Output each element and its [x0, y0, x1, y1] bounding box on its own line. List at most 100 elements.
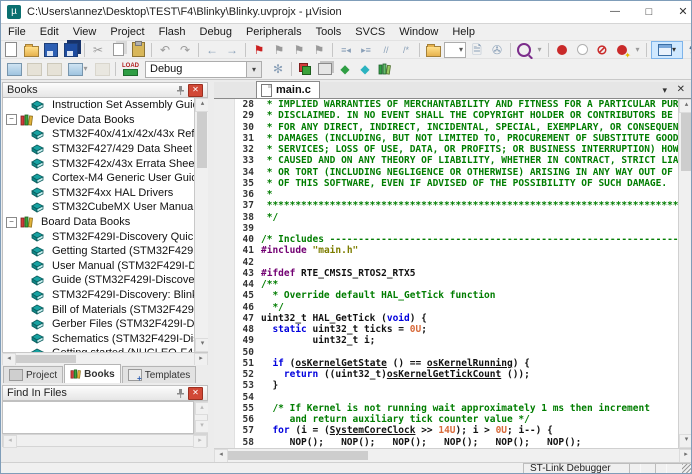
find-button[interactable]: ✇: [488, 42, 506, 58]
code-line[interactable]: 43#ifdef RTE_CMSIS_RTOS2_RTX5: [214, 268, 678, 279]
scrollbar-thumb[interactable]: [16, 355, 76, 363]
rebuild-button[interactable]: [45, 61, 63, 77]
code-line[interactable]: 31 * DAMAGES (INCLUDING, BUT NOT LIMITED…: [214, 133, 678, 144]
windows-layout-button[interactable]: ▾: [651, 41, 683, 59]
menu-file[interactable]: File: [1, 26, 33, 38]
scroll-left-icon[interactable]: ◂: [214, 449, 228, 463]
menu-window[interactable]: Window: [392, 26, 445, 38]
tab-project[interactable]: Project: [3, 366, 63, 383]
code-line[interactable]: 40/* Includes --------------------------…: [214, 234, 678, 245]
file-extensions-button[interactable]: [316, 61, 334, 77]
toggle-breakpoint-button[interactable]: [553, 42, 571, 58]
list-item[interactable]: Guide (STM32F429I-Discovery): [3, 273, 194, 288]
undo-button[interactable]: ↶: [156, 42, 174, 58]
target-selector-dropdown[interactable]: ▾: [247, 61, 262, 78]
code-line[interactable]: 58 NOP(); NOP(); NOP(); NOP(); NOP(); NO…: [214, 437, 678, 448]
copy-button[interactable]: [109, 42, 127, 58]
close-tab-icon[interactable]: ✕: [677, 84, 685, 95]
code-line[interactable]: 50: [214, 347, 678, 358]
menu-peripherals[interactable]: Peripherals: [239, 26, 309, 38]
close-icon[interactable]: ✕: [188, 84, 203, 97]
cut-button[interactable]: ✂: [89, 42, 107, 58]
editor-horizontal-scrollbar[interactable]: ◂ ▸: [214, 448, 692, 462]
code-line[interactable]: 41#include "main.h": [214, 245, 678, 256]
maximize-button[interactable]: □: [633, 1, 665, 23]
find-results-horizontal-scrollbar[interactable]: ◂ ▸: [2, 434, 208, 447]
code-line[interactable]: 56 and return auxiliary tick counter val…: [214, 414, 678, 425]
code-line[interactable]: 46 */: [214, 302, 678, 313]
indent-button[interactable]: ▸≡: [357, 42, 375, 58]
list-item[interactable]: STM32F42x/43x Errata Sheet: [3, 156, 194, 171]
list-item[interactable]: Gerber Files (STM32F429I-Discover: [3, 317, 194, 332]
open-button[interactable]: [22, 42, 40, 58]
navigate-forward-button[interactable]: →: [223, 42, 241, 58]
options-for-target-button[interactable]: ✻: [269, 61, 287, 77]
select-packs-button[interactable]: ◆: [356, 61, 374, 77]
uncomment-button[interactable]: /*: [397, 42, 415, 58]
scroll-down-icon[interactable]: ▾: [679, 434, 692, 448]
list-item[interactable]: STM32CubeMX User Manual: [3, 200, 194, 215]
code-line[interactable]: 38 */: [214, 212, 678, 223]
configuration-button[interactable]: ⚒: [685, 42, 692, 58]
list-item[interactable]: Cortex-M4 Generic User Guide: [3, 171, 194, 186]
code-line[interactable]: 36 *: [214, 189, 678, 200]
paste-button[interactable]: [129, 42, 147, 58]
next-bookmark-button[interactable]: ⚑: [290, 42, 308, 58]
code-line[interactable]: 28 * IMPLIED WARRANTIES OF MERCHANTABILI…: [214, 99, 678, 110]
list-item[interactable]: STM32F4xx HAL Drivers: [3, 186, 194, 201]
translate-button[interactable]: [5, 61, 23, 77]
code-line[interactable]: 49 uint32_t i;: [214, 335, 678, 346]
download-button[interactable]: LOAD: [120, 61, 140, 77]
comment-button[interactable]: //: [377, 42, 395, 58]
scroll-right-icon[interactable]: ▸: [679, 449, 692, 463]
menu-flash[interactable]: Flash: [152, 26, 193, 38]
list-item[interactable]: STM32F427/429 Data Sheet: [3, 142, 194, 157]
list-item[interactable]: STM32F429I-Discovery Quick Start: [3, 229, 194, 244]
list-item[interactable]: Getting Started (STM32F429I-Disco: [3, 244, 194, 259]
code-line[interactable]: 33 * CAUSED AND ON ANY THEORY OF LIABILI…: [214, 155, 678, 166]
list-item[interactable]: −Device Data Books: [3, 113, 194, 128]
code-line[interactable]: 44/**: [214, 279, 678, 290]
code-line[interactable]: 29 * DISCLAIMED. IN NO EVENT SHALL THE C…: [214, 110, 678, 121]
redo-button[interactable]: ↷: [176, 42, 194, 58]
code-line[interactable]: 52 return ((uint32_t)osKernelGetTickCoun…: [214, 369, 678, 380]
runtime-environment-button[interactable]: ◆: [336, 61, 354, 77]
scroll-right-icon[interactable]: ▸: [193, 435, 207, 448]
pin-icon[interactable]: [175, 85, 186, 96]
code-line[interactable]: 39: [214, 223, 678, 234]
minimize-button[interactable]: —: [599, 1, 631, 23]
editor-vertical-scrollbar[interactable]: ▴ ▾: [678, 99, 692, 448]
tab-books[interactable]: Books: [64, 364, 121, 383]
incremental-find-dropdown[interactable]: ▾: [535, 42, 544, 58]
code-line[interactable]: 42: [214, 257, 678, 268]
list-item[interactable]: Bill of Materials (STM32F429I-Disco: [3, 302, 194, 317]
menu-tools[interactable]: Tools: [309, 26, 349, 38]
scroll-left-icon[interactable]: ◂: [3, 435, 17, 448]
menu-view[interactable]: View: [66, 26, 104, 38]
scroll-up-icon[interactable]: ▴: [195, 402, 209, 415]
unindent-button[interactable]: ≡◂: [337, 42, 355, 58]
resize-grip[interactable]: [682, 464, 692, 473]
code-line[interactable]: 45 * Override default HAL_GetTick functi…: [214, 290, 678, 301]
list-item[interactable]: −Board Data Books: [3, 215, 194, 230]
scroll-up-icon[interactable]: ▴: [679, 99, 692, 113]
disable-breakpoint-button[interactable]: [573, 42, 591, 58]
collapse-icon[interactable]: −: [6, 217, 17, 228]
tab-main-c[interactable]: main.c: [256, 81, 320, 98]
list-item[interactable]: Schematics (STM32F429I-Discovery: [3, 332, 194, 347]
code-line[interactable]: 34 * OR TORT (INCLUDING NEGLIGENCE OR OT…: [214, 167, 678, 178]
code-line[interactable]: 32 * SERVICES; LOSS OF USE, DATA, OR PRO…: [214, 144, 678, 155]
close-icon[interactable]: ✕: [188, 387, 203, 400]
code-line[interactable]: 30 * FOR ANY DIRECT, INDIRECT, INCIDENTA…: [214, 122, 678, 133]
build-button[interactable]: [25, 61, 43, 77]
find-in-files-folder-button[interactable]: [424, 42, 442, 58]
target-selector[interactable]: Debug: [145, 61, 247, 78]
menu-edit[interactable]: Edit: [33, 26, 66, 38]
menu-help[interactable]: Help: [445, 26, 482, 38]
books-vertical-scrollbar[interactable]: ▴ ▾: [194, 98, 208, 352]
new-file-button[interactable]: [2, 42, 20, 58]
code-line[interactable]: 55 /* If Kernel is not running wait appr…: [214, 403, 678, 414]
code-line[interactable]: 57 for (i = (SystemCoreClock >> 14U); i …: [214, 425, 678, 436]
code-editor[interactable]: 28 * IMPLIED WARRANTIES OF MERCHANTABILI…: [214, 99, 678, 448]
menu-svcs[interactable]: SVCS: [348, 26, 392, 38]
